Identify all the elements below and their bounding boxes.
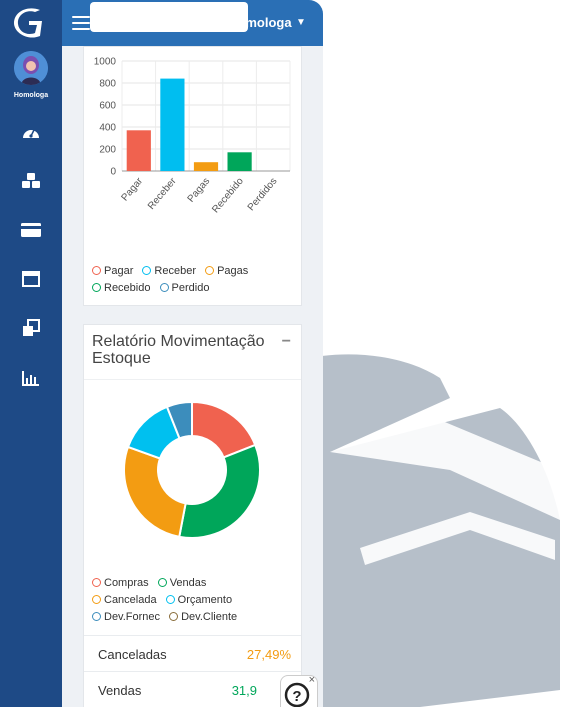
x-tick-label: Pagar [120,175,146,203]
sidebar: Homologa [0,0,62,707]
cubes-icon[interactable] [20,170,42,192]
legend-item-cancelada[interactable]: Cancelada [92,592,157,609]
legend-item-dev-fornec[interactable]: Dev.Fornec [92,609,160,626]
divider [84,379,301,380]
legend-item-orcamento[interactable]: Orçamento [165,592,232,609]
credit-card-icon[interactable] [20,219,42,241]
y-tick-label: 0 [110,167,116,178]
avatar[interactable] [14,51,48,85]
user-name: Homologa [13,92,49,99]
legend-item-receber[interactable]: Receber [142,263,196,280]
user-avatar-icon [14,51,48,85]
bar-chart-icon[interactable] [20,367,42,389]
redacted-title [90,2,248,32]
bar-pagar [126,130,151,171]
y-tick-label: 200 [99,145,116,156]
x-tick-label: Receber [146,175,179,212]
window-icon[interactable] [20,268,42,290]
bar-recebido [227,152,252,171]
slice-vendas [178,443,261,539]
stock-report-card: Relatório Movimentação Estoque − Compras… [83,324,302,707]
help-button[interactable]: ? × [280,674,318,707]
x-tick-label: Perdidos [246,176,280,213]
x-tick-label: Recebido [210,176,246,216]
legend-item-pagar[interactable]: Pagar [92,263,133,280]
main-content: 1000 800 600 400 200 0 Pagar Receber Pagas Recebi… [62,46,323,707]
legend-item-vendas[interactable]: Vendas [157,575,206,592]
y-tick-label: 600 [99,101,116,112]
legend-item-pagas[interactable]: Pagas [205,263,248,280]
app-logo-icon [14,8,42,38]
y-tick-label: 1000 [94,57,117,68]
svg-text:?: ? [292,688,301,705]
y-tick-label: 400 [99,123,116,134]
bar-receber [160,78,185,171]
donut-chart-legend: Compras Vendas Cancelada Orçamento Dev.F… [92,575,243,626]
bar-chart: 1000 800 600 400 200 0 Pagar Receber PagasRecebi… [94,57,291,216]
stat-value: 31,9 [231,683,257,698]
stat-label: Canceladas [98,647,167,662]
dashboard-icon[interactable] [20,121,42,143]
phone-frame: Homologa Homologa ▼ 1000 800 600 400 200 0 Pag… [0,0,323,707]
donut-chart [123,400,261,539]
stat-row-vendas: Vendas 31,9 [84,671,301,707]
x-tick-label: Pagas [186,176,213,205]
card-title: Relatório Movimentação Estoque [92,333,265,367]
collapse-button[interactable]: − [282,333,291,351]
financial-chart-card: 1000 800 600 400 200 0 Pagar Receber Pagas Recebi… [83,46,302,306]
legend-item-compras[interactable]: Compras [92,575,149,592]
y-tick-label: 800 [99,79,116,90]
stat-row-canceladas: Canceladas 27,49% [84,635,301,672]
legend-item-perdido[interactable]: Perdido [159,280,209,297]
menu-toggle-icon[interactable] [72,16,90,30]
slice-cancelada [123,445,187,538]
stat-label: Vendas [98,683,142,698]
clone-icon[interactable] [20,317,42,339]
close-icon[interactable]: × [309,674,315,686]
app-logo[interactable] [0,0,62,46]
bar-chart-legend: Pagar Receber Pagas Recebido Perdido [92,263,254,297]
stat-value: 27,49% [246,647,291,662]
environment-selector[interactable]: Homologa [228,15,292,30]
top-bar: Homologa ▼ [62,0,323,46]
bar-pagas [193,162,219,171]
legend-item-recebido[interactable]: Recebido [92,280,150,297]
chevron-down-icon[interactable]: ▼ [296,17,306,28]
legend-item-dev-cliente[interactable]: Dev.Cliente [169,609,237,626]
